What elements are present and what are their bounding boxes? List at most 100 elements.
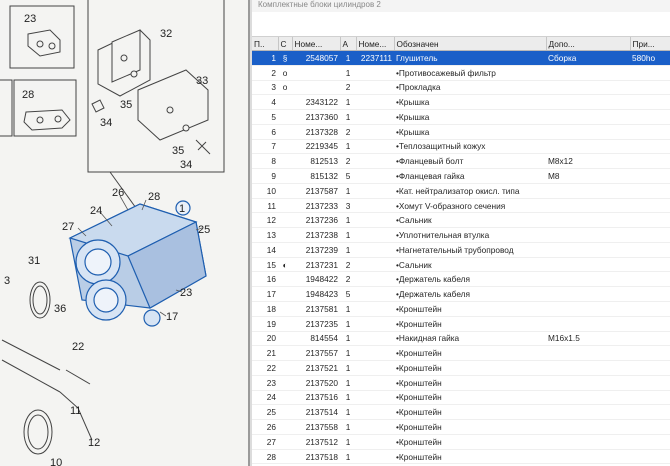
table-row[interactable]: 10 2137587 1 •Кат. нейтрализатор окисл. тип… bbox=[252, 183, 670, 199]
cell-symbol bbox=[278, 286, 292, 303]
cell-position: 1 bbox=[252, 50, 278, 66]
cell-note bbox=[630, 124, 670, 140]
table-row[interactable]: 16 1948422 2 •Держатель кабеля bbox=[252, 271, 670, 288]
table-row[interactable]: 11 2137233 3 •Хомут V-образного сечения bbox=[252, 198, 670, 214]
table-row[interactable]: 6 2137328 2 •Крышка bbox=[252, 124, 670, 140]
table-header: П.. С Номе... А Номе... Обозначен Допо..… bbox=[252, 37, 670, 51]
table-row[interactable]: 23 2137520 1 •Кронштейн bbox=[252, 375, 670, 391]
table-row[interactable]: 22 2137521 1 •Кронштейн bbox=[252, 360, 670, 376]
cell-position: 21 bbox=[252, 345, 278, 362]
cell-part-number: 2137328 bbox=[292, 124, 340, 140]
cell-number-2 bbox=[356, 345, 394, 362]
column-header-designation[interactable]: Обозначен bbox=[394, 37, 547, 51]
inset-frame-left bbox=[0, 79, 13, 137]
cell-designation: •Кронштейн bbox=[394, 449, 546, 465]
table-row[interactable]: 13 2137238 1 •Уплотнительная втулка bbox=[252, 227, 670, 243]
table-row[interactable]: 3 o 2 •Прокладка bbox=[252, 80, 670, 96]
cell-note bbox=[630, 80, 670, 96]
cell-quantity: 5 bbox=[340, 168, 356, 184]
cell-additional bbox=[546, 183, 630, 199]
cell-additional bbox=[546, 375, 630, 391]
window-title: Комплектные блоки цилиндров 2 bbox=[252, 0, 670, 12]
table-row[interactable]: 7 2219345 1 •Теплозащитный кожух bbox=[252, 139, 670, 155]
table-row[interactable]: 15 ◐ 2137231 2 •Сальник bbox=[252, 257, 670, 273]
table-row[interactable]: 27 2137512 1 •Кронштейн bbox=[252, 434, 670, 450]
cell-quantity: 1 bbox=[340, 65, 356, 81]
cell-additional bbox=[546, 80, 630, 96]
cell-number-2 bbox=[356, 139, 394, 155]
column-header-note[interactable]: При... bbox=[630, 37, 670, 51]
column-header-additional[interactable]: Допо... bbox=[546, 37, 631, 51]
cell-designation: •Теплозащитный кожух bbox=[394, 139, 546, 155]
callout-12: 12 bbox=[88, 437, 100, 449]
cell-symbol bbox=[278, 124, 292, 140]
table-row[interactable]: 26 2137558 1 •Кронштейн bbox=[252, 419, 670, 435]
cell-position: 20 bbox=[252, 331, 278, 347]
cell-designation: •Фланцевая гайка bbox=[394, 168, 546, 184]
cell-designation: •Противосажевый фильтр bbox=[394, 65, 546, 81]
cell-note bbox=[630, 345, 670, 362]
cell-quantity: 1 bbox=[340, 434, 356, 450]
cell-designation: •Хомут V-образного сечения bbox=[394, 198, 546, 214]
cell-note bbox=[630, 271, 670, 288]
table-row[interactable]: 4 2343122 1 •Крышка bbox=[252, 94, 670, 111]
cell-position: 4 bbox=[252, 94, 278, 111]
table-row[interactable]: 24 2137516 1 •Кронштейн bbox=[252, 390, 670, 406]
table-row[interactable]: 17 1948423 5 •Держатель кабеля bbox=[252, 286, 670, 303]
cell-position: 11 bbox=[252, 198, 278, 214]
column-header-position[interactable]: П.. bbox=[252, 37, 279, 51]
cell-quantity: 1 bbox=[340, 183, 356, 199]
cell-part-number: 2137518 bbox=[292, 449, 340, 465]
cell-designation: •Кронштейн bbox=[394, 375, 546, 391]
cell-part-number: 2137521 bbox=[292, 360, 340, 376]
cell-number-2 bbox=[356, 183, 394, 199]
table-row[interactable]: 2 o 1 •Противосажевый фильтр bbox=[252, 65, 670, 81]
cell-designation: •Кат. нейтрализатор окисл. типа bbox=[394, 183, 546, 199]
column-header-part-number[interactable]: Номе... bbox=[292, 37, 341, 51]
column-header-number-2[interactable]: Номе... bbox=[356, 37, 395, 51]
table-row[interactable]: 1 § 2548057 1 2237111 Глушитель Сборка 580ho bbox=[252, 50, 670, 66]
exploded-parts-diagram[interactable]: 23 32 33 35 34 28 35 34 26 28 24 1 25 27… bbox=[0, 0, 250, 466]
cell-symbol bbox=[278, 375, 292, 391]
cell-part-number: 2137360 bbox=[292, 109, 340, 125]
cell-part-number: 2137235 bbox=[292, 316, 340, 332]
column-header-quantity[interactable]: А bbox=[340, 37, 357, 51]
cell-number-2 bbox=[356, 198, 394, 214]
cell-symbol bbox=[278, 419, 292, 435]
cell-designation: •Крышка bbox=[394, 124, 546, 140]
cell-additional bbox=[546, 65, 630, 81]
table-row[interactable]: 14 2137239 1 •Нагнетательный трубопровод bbox=[252, 242, 670, 258]
cell-additional bbox=[546, 404, 630, 421]
column-header-symbol[interactable]: С bbox=[278, 37, 293, 51]
table-row[interactable]: 8 812513 2 •Фланцевый болт M8x12 bbox=[252, 153, 670, 170]
table-row[interactable]: 9 815132 5 •Фланцевая гайка M8 bbox=[252, 168, 670, 184]
cell-note bbox=[630, 94, 670, 111]
table-row[interactable]: 12 2137236 1 •Сальник bbox=[252, 212, 670, 229]
cell-note bbox=[630, 139, 670, 155]
table-row[interactable]: 19 2137235 1 •Кронштейн bbox=[252, 316, 670, 332]
cell-symbol bbox=[278, 345, 292, 362]
table-row[interactable]: 18 2137581 1 •Кронштейн bbox=[252, 301, 670, 317]
table-row[interactable]: 5 2137360 1 •Крышка bbox=[252, 109, 670, 125]
cell-designation: •Кронштейн bbox=[394, 301, 546, 317]
callout-25: 25 bbox=[198, 224, 210, 236]
table-row[interactable]: 25 2137514 1 •Кронштейн bbox=[252, 404, 670, 421]
table-row[interactable]: 28 2137518 1 •Кронштейн bbox=[252, 449, 670, 465]
table-row[interactable]: 20 814554 1 •Накидная гайка M16x1.5 bbox=[252, 331, 670, 347]
cell-position: 3 bbox=[252, 80, 278, 96]
cell-number-2 bbox=[356, 404, 394, 421]
table-row[interactable]: 21 2137557 1 •Кронштейн bbox=[252, 345, 670, 362]
cell-part-number: 2219345 bbox=[292, 139, 340, 155]
cell-part-number: 2137233 bbox=[292, 198, 340, 214]
cell-number-2 bbox=[356, 109, 394, 125]
bracket-23 bbox=[27, 29, 61, 57]
cell-number-2 bbox=[356, 434, 394, 450]
cell-number-2 bbox=[356, 242, 394, 258]
cell-symbol: ◐ bbox=[278, 257, 292, 273]
cell-quantity: 1 bbox=[340, 449, 356, 465]
cell-quantity: 2 bbox=[340, 271, 356, 288]
cell-additional bbox=[546, 94, 630, 111]
callout-22: 22 bbox=[72, 341, 84, 353]
callout-10: 10 bbox=[50, 457, 62, 466]
cell-note bbox=[630, 404, 670, 421]
